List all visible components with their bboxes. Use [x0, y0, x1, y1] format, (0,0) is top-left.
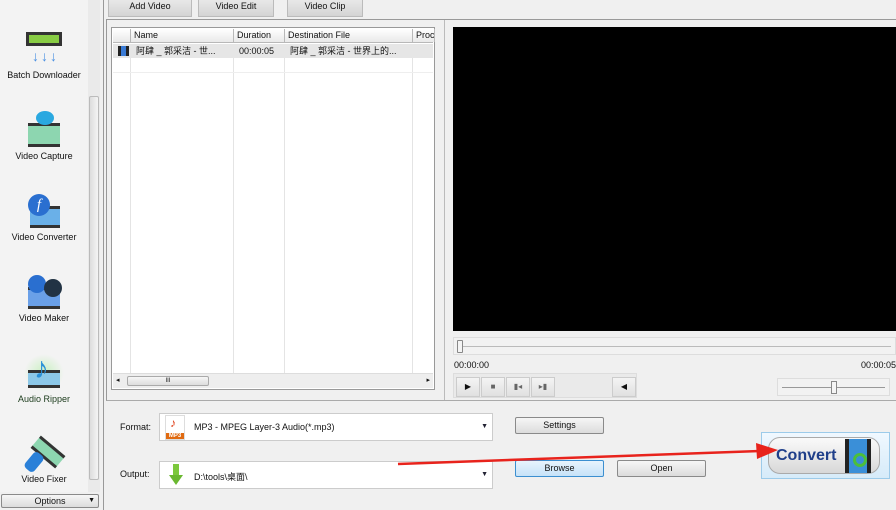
- annotation-arrow: [397, 443, 778, 466]
